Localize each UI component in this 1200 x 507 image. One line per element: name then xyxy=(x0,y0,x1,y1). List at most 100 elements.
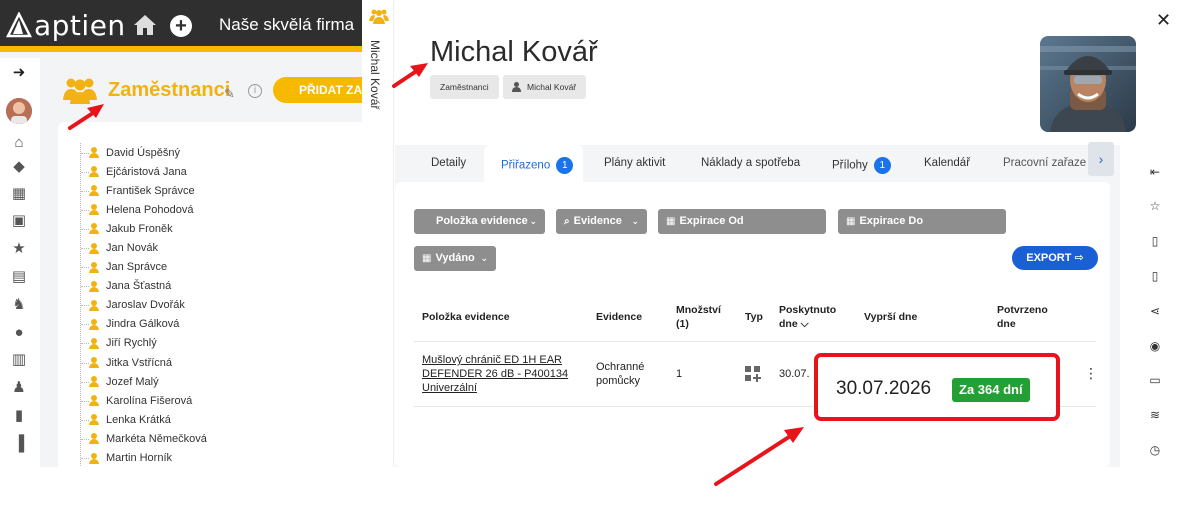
filter-issued-dropdown[interactable]: ▦ Vydáno ⌄ xyxy=(414,246,496,271)
modal-side-strip[interactable]: Michal Kovář xyxy=(362,0,394,467)
person-icon xyxy=(89,452,99,464)
employee-list-item[interactable]: Ejčáristová Jana xyxy=(81,162,350,181)
tab-assigned[interactable]: Přiřazeno 1 xyxy=(501,157,574,174)
left-nav: ➜ ⌂ ◆ ▦ ▣ ★ ▤ ♞ ● ▥ ♟ ▮ ▐ xyxy=(0,58,40,467)
books-icon[interactable]: ▐ xyxy=(10,435,28,453)
worker-photo-icon xyxy=(1040,36,1136,132)
home-nav-icon[interactable]: ⌂ xyxy=(10,134,28,152)
employee-list-item[interactable]: Jan Správce xyxy=(81,258,350,277)
header-quantity-line1: Množství xyxy=(676,304,721,316)
employee-list-item[interactable]: Jan Novák xyxy=(81,238,350,257)
tab-details[interactable]: Detaily xyxy=(431,157,466,169)
eye-icon[interactable]: ◉ xyxy=(1148,339,1162,353)
row-menu-kebab-icon[interactable]: ⋮ xyxy=(1084,366,1098,380)
employee-list-item[interactable]: Markéta Němečková xyxy=(81,429,350,448)
people-icon xyxy=(63,78,97,104)
header-evidence[interactable]: Evidence xyxy=(596,310,642,324)
export-button[interactable]: EXPORT ⇨ xyxy=(1012,246,1098,270)
settings-sliders-icon[interactable]: ≋ xyxy=(1148,408,1162,422)
person-icon[interactable]: ♟ xyxy=(10,379,28,397)
star-outline-icon[interactable]: ☆ xyxy=(1148,199,1162,213)
employee-list-item[interactable]: Jindra Gálková xyxy=(81,315,350,334)
home-icon[interactable] xyxy=(133,14,157,36)
expand-menu-icon[interactable]: ➜ xyxy=(10,64,28,82)
history-icon[interactable]: ◷ xyxy=(1148,443,1162,457)
employee-list-item[interactable]: Jakub Froněk xyxy=(81,219,350,238)
share-icon[interactable]: ⋖ xyxy=(1148,304,1162,318)
avatar-face-icon xyxy=(6,98,32,124)
header-quantity[interactable]: Množství (1) xyxy=(676,303,721,331)
employee-name-label: Martin Horník xyxy=(106,452,173,465)
employee-name-label: František Správce xyxy=(106,184,195,197)
employee-list-item[interactable]: Jitka Vstřícná xyxy=(81,353,350,372)
document-icon[interactable]: ▤ xyxy=(10,268,28,286)
calendar-icon[interactable]: ▦ xyxy=(10,185,28,203)
header-item[interactable]: Položka evidence xyxy=(422,310,510,324)
row-item-link[interactable]: Mušlový chránič ED 1H EAR DEFENDER 26 dB… xyxy=(422,353,568,395)
employee-list-item[interactable]: František Správce xyxy=(81,181,350,200)
clipboard-icon[interactable]: ▮ xyxy=(10,407,28,425)
breadcrumb-employees[interactable]: Zaměstnanci xyxy=(430,75,499,99)
report-icon[interactable]: ▥ xyxy=(10,351,28,369)
check-circle-icon[interactable]: ● xyxy=(10,324,28,342)
tab-costs[interactable]: Náklady a spotřeba xyxy=(701,157,800,169)
add-employee-button[interactable]: PŘIDAT ZAM xyxy=(273,77,362,103)
assigned-count-badge: 1 xyxy=(556,157,574,174)
tab-activity-plans[interactable]: Plány aktivit xyxy=(604,157,665,169)
employee-list-item[interactable]: Jana Šťastná xyxy=(81,277,350,296)
id-card-icon[interactable]: ▭ xyxy=(1148,373,1162,387)
row-evidence-line1: Ochranné xyxy=(596,361,645,373)
breadcrumb-person[interactable]: Michal Kovář xyxy=(503,75,587,99)
employee-list-item[interactable]: Karolína Fišerová xyxy=(81,391,350,410)
add-document-icon[interactable]: ▯ xyxy=(1148,234,1162,248)
chevron-down-icon: ⌄ xyxy=(480,253,488,263)
employee-list-item[interactable]: Martin Horník xyxy=(81,449,350,468)
add-icon[interactable]: + xyxy=(170,15,192,37)
side-strip-label: Michal Kovář xyxy=(368,40,382,110)
person-icon xyxy=(89,318,99,330)
row-evidence: Ochranné pomůcky xyxy=(596,360,644,388)
employee-list-item[interactable]: Jiří Rychlý xyxy=(81,334,350,353)
tab-work-position[interactable]: Pracovní zařaze xyxy=(1003,157,1086,169)
calendar-icon: ▦ xyxy=(666,216,676,227)
employee-list-item[interactable]: Jaroslav Dvořák xyxy=(81,296,350,315)
close-icon[interactable]: ✕ xyxy=(1156,10,1171,31)
bell-icon[interactable]: ◆ xyxy=(10,158,28,176)
company-name[interactable]: Naše skvělá firma xyxy=(219,15,354,35)
employee-list-item[interactable]: Lenka Krátká xyxy=(81,410,350,429)
header-provided[interactable]: Poskytnuto dne ⌵ xyxy=(779,303,836,331)
calendar-icon: ▦ xyxy=(422,253,432,264)
filter-expiry-from-label: Expirace Od xyxy=(679,215,744,227)
tabs-next-button[interactable]: › xyxy=(1088,142,1114,176)
edit-pencil-icon[interactable]: ✎ xyxy=(224,86,235,102)
star-icon[interactable]: ★ xyxy=(10,240,28,258)
filter-issued-label: Vydáno xyxy=(435,252,475,264)
filter-expiry-from[interactable]: ▦ Expirace Od xyxy=(658,209,826,234)
aptien-logo[interactable]: aptien xyxy=(6,9,126,42)
info-icon[interactable]: i xyxy=(248,84,262,98)
header-type[interactable]: Typ xyxy=(745,310,763,324)
document-icon[interactable]: ▯ xyxy=(1148,269,1162,283)
dog-icon[interactable]: ♞ xyxy=(10,296,28,314)
tab-calendar[interactable]: Kalendář xyxy=(924,157,970,169)
filter-expiry-to[interactable]: ▦ Expirace Do xyxy=(838,209,1006,234)
user-avatar[interactable] xyxy=(6,98,32,124)
employee-list-item[interactable]: David Úspěšný xyxy=(81,143,350,162)
filter-evidence-dropdown[interactable]: ⌕ Evidence ⌄ xyxy=(556,209,647,234)
employees-header: Zaměstnanci xyxy=(62,76,230,104)
employee-name-label: Jakub Froněk xyxy=(106,222,173,235)
collapse-left-icon[interactable]: ⇤ xyxy=(1148,165,1162,179)
header-confirmed-line1: Potvrzeno xyxy=(997,304,1048,316)
filter-expiry-to-label: Expirace Do xyxy=(859,215,924,227)
tab-attachments[interactable]: Přílohy 1 xyxy=(832,157,891,174)
row-provided: 30.07. xyxy=(779,368,810,380)
employee-name-label: Helena Pohodová xyxy=(106,203,194,216)
person-icon xyxy=(89,261,99,273)
employee-list-item[interactable]: Helena Pohodová xyxy=(81,200,350,219)
filter-item-dropdown[interactable]: Položka evidence ⌄ xyxy=(414,209,545,234)
clipboard-check-icon[interactable]: ▣ xyxy=(10,212,28,230)
person-icon xyxy=(89,147,99,159)
employee-list-item[interactable]: Jozef Malý xyxy=(81,372,350,391)
header-confirmed[interactable]: Potvrzeno dne xyxy=(997,303,1048,331)
header-expires[interactable]: Vyprší dne xyxy=(864,310,917,324)
